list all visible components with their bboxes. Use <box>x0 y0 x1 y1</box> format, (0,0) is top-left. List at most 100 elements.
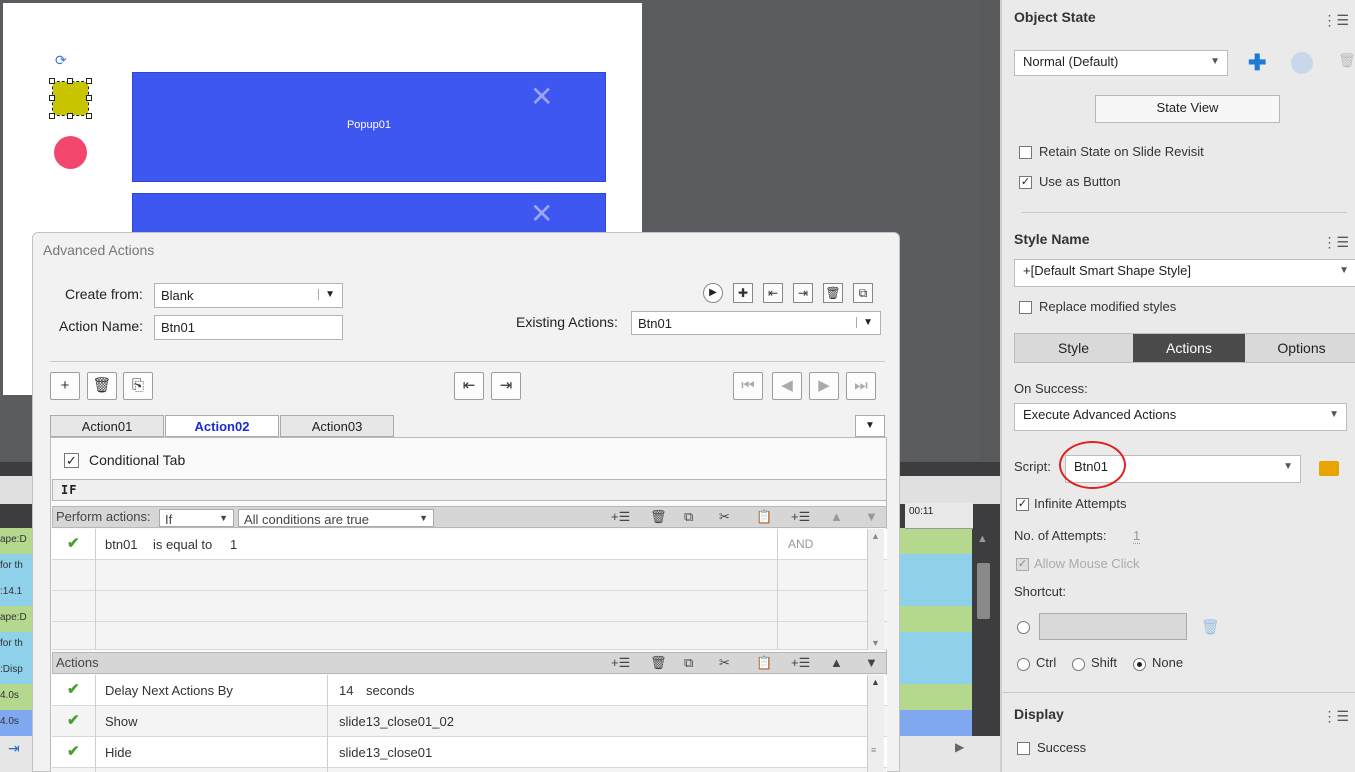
tab-action01[interactable]: Action01 <box>50 415 164 437</box>
move-down-icon[interactable]: ▼ <box>865 509 878 524</box>
on-success-dropdown[interactable]: Execute Advanced Actions ▼ <box>1014 403 1347 431</box>
timeline-track-label[interactable]: for th <box>0 554 32 580</box>
move-left-icon[interactable]: ⇤ <box>454 372 484 400</box>
last-icon[interactable]: ⏭ <box>846 372 876 400</box>
timeline-track[interactable] <box>900 606 972 632</box>
state-view-button[interactable]: State View <box>1095 95 1280 123</box>
scroll-grip-icon[interactable]: ≡ <box>871 745 876 755</box>
folder-icon[interactable] <box>1319 461 1339 476</box>
conditional-tab-checkbox[interactable]: ✓ <box>64 453 79 468</box>
move-up-icon[interactable]: ▲ <box>830 509 843 524</box>
attempts-value[interactable]: 1 <box>1133 528 1141 544</box>
resize-handle[interactable] <box>86 78 92 84</box>
add-row-icon[interactable]: +☰ <box>611 509 630 525</box>
add-row-icon[interactable]: +☰ <box>611 655 630 671</box>
timeline-track-label[interactable]: 4.0s <box>0 684 32 710</box>
timeline-track[interactable] <box>900 710 972 736</box>
copy-row-icon[interactable]: ⧉ <box>684 509 693 525</box>
add-decision-icon[interactable]: + <box>50 372 80 400</box>
resize-handle[interactable] <box>49 78 55 84</box>
timeline-track-label[interactable]: ape:D <box>0 606 32 632</box>
selected-shape[interactable] <box>49 78 92 119</box>
retain-state-checkbox[interactable] <box>1019 146 1032 159</box>
move-down-icon[interactable]: ▼ <box>865 655 878 670</box>
resize-handle[interactable] <box>49 95 55 101</box>
scroll-right-icon[interactable]: ▶ <box>955 740 964 754</box>
reset-state-icon[interactable] <box>1291 52 1313 74</box>
scroll-up-icon[interactable]: ▲ <box>977 533 988 545</box>
paste-row-icon[interactable]: 📋 <box>756 655 772 671</box>
popup-box-1[interactable]: Popup01 ✕ <box>132 72 606 182</box>
resize-handle[interactable] <box>49 113 55 119</box>
add-state-icon[interactable]: ✚ <box>1248 50 1266 76</box>
tab-actions[interactable]: Actions <box>1133 334 1245 362</box>
timeline-track-label[interactable]: for th <box>0 632 32 658</box>
circle-shape[interactable] <box>54 136 87 169</box>
tab-action02[interactable]: Action02 <box>165 415 279 437</box>
move-up-icon[interactable]: ▲ <box>830 655 843 670</box>
tab-action03[interactable]: Action03 <box>280 415 394 437</box>
delete-action-icon[interactable]: 🗑 <box>823 283 843 303</box>
first-icon[interactable]: ⏮ <box>733 372 763 400</box>
panel-menu-icon[interactable]: ⋮☰ <box>1322 708 1349 725</box>
action-name-input[interactable]: Btn01 <box>154 315 343 340</box>
panel-menu-icon[interactable]: ⋮☰ <box>1322 234 1349 251</box>
resize-handle[interactable] <box>86 95 92 101</box>
copy-decision-icon[interactable]: ⎘ <box>123 372 153 400</box>
timeline-track[interactable] <box>900 684 972 710</box>
success-checkbox[interactable] <box>1017 742 1030 755</box>
timeline-track-label[interactable]: 4.0s <box>0 710 32 736</box>
delete-state-icon[interactable]: 🗑 <box>1338 52 1355 69</box>
action-row[interactable]: ✔ Delay Next Actions By 14 seconds <box>52 675 887 706</box>
copy-row-icon[interactable]: ⧉ <box>684 655 693 671</box>
conditions-dropdown[interactable]: All conditions are true ▼ <box>238 509 434 527</box>
duplicate-action-icon[interactable]: ⧉ <box>853 283 873 303</box>
import-icon[interactable]: ⇤ <box>763 283 783 303</box>
timeline-track[interactable] <box>900 554 972 580</box>
resize-handle[interactable] <box>67 113 73 119</box>
previous-icon[interactable]: ◀ <box>772 372 802 400</box>
action-row[interactable]: ✔ Show slide13_close01_02 <box>52 706 887 737</box>
infinite-attempts-checkbox[interactable]: ✓ <box>1016 498 1029 511</box>
timeline-track[interactable] <box>900 528 972 554</box>
cut-row-icon[interactable]: ✂ <box>719 509 730 525</box>
timeline-scrollbar[interactable] <box>977 563 990 619</box>
resize-handle[interactable] <box>86 113 92 119</box>
move-right-icon[interactable]: ⇥ <box>491 372 521 400</box>
action-row[interactable]: ✔ Hide slide13_close01 <box>52 737 887 768</box>
tab-style[interactable]: Style <box>1015 334 1132 362</box>
delete-decision-icon[interactable]: 🗑 <box>87 372 117 400</box>
ctrl-radio[interactable] <box>1017 658 1030 671</box>
tab-options[interactable]: Options <box>1246 334 1355 362</box>
timeline-track-label[interactable]: :Disp <box>0 658 32 684</box>
none-radio[interactable] <box>1133 658 1146 671</box>
style-dropdown[interactable]: +[Default Smart Shape Style] ▼ <box>1014 259 1355 287</box>
export-icon[interactable]: ⇥ <box>793 283 813 303</box>
existing-actions-dropdown[interactable]: Btn01 ▼ <box>631 311 881 335</box>
shortcut-input[interactable] <box>1039 613 1187 640</box>
if-dropdown[interactable]: If ▼ <box>159 509 234 527</box>
add-action-icon[interactable]: ✚ <box>733 283 753 303</box>
play-head-icon[interactable]: ⇥ <box>8 740 20 757</box>
state-dropdown[interactable]: Normal (Default) ▼ <box>1014 50 1228 76</box>
preview-icon[interactable]: ▶ <box>703 283 723 303</box>
condition-row[interactable]: ✔ btn01 is equal to 1 AND <box>52 529 887 560</box>
delete-row-icon[interactable]: 🗑 <box>650 509 667 525</box>
scroll-down-icon[interactable]: ▼ <box>871 638 880 648</box>
replace-styles-checkbox[interactable] <box>1019 301 1032 314</box>
clear-shortcut-icon[interactable]: 🗑 <box>1201 618 1220 636</box>
insert-row-icon[interactable]: +☰ <box>791 655 810 671</box>
paste-row-icon[interactable]: 📋 <box>756 509 772 525</box>
condition-row[interactable] <box>52 622 887 650</box>
timeline-track-label[interactable]: ape:D <box>0 528 32 554</box>
rotate-handle-icon[interactable]: ⟳ <box>55 52 67 69</box>
conditions-scrollbar[interactable]: ▲ ▼ <box>867 529 884 650</box>
scroll-up-icon[interactable]: ▲ <box>871 531 880 541</box>
scroll-up-icon[interactable]: ▲ <box>871 677 880 687</box>
actions-scrollbar[interactable]: ▲ ≡ <box>867 675 884 772</box>
tabs-dropdown[interactable]: ▼ <box>855 415 885 437</box>
timeline-track-label[interactable]: :14.1 <box>0 580 32 606</box>
delete-row-icon[interactable]: 🗑 <box>650 655 667 671</box>
condition-row[interactable] <box>52 591 887 622</box>
next-icon[interactable]: ▶ <box>809 372 839 400</box>
